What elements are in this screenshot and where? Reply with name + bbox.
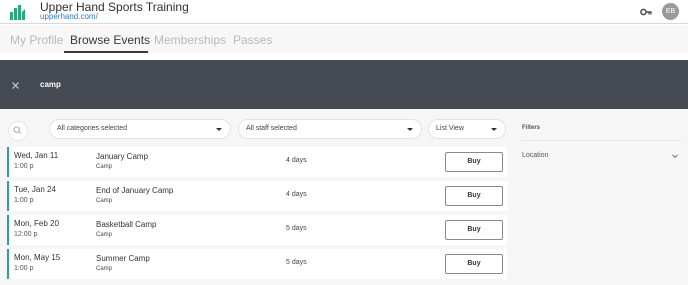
event-date: Mon, May 15 [14, 253, 61, 262]
buy-button[interactable]: Buy [445, 186, 503, 206]
list-item[interactable]: Mon, May 15 1:00 p Summer Camp Camp 5 da… [7, 249, 507, 279]
tab-passes[interactable]: Passes [233, 33, 272, 47]
view-dropdown[interactable]: List View [428, 119, 506, 139]
chevron-down-icon [491, 128, 497, 131]
event-time: 1:00 p [14, 197, 34, 204]
filters-title: Filters [522, 125, 541, 131]
divider [522, 140, 682, 141]
location-filter-toggle[interactable]: Location [522, 150, 680, 164]
chevron-down-icon [407, 128, 413, 131]
event-name[interactable]: Basketball Camp [96, 220, 156, 229]
staff-dropdown[interactable]: All staff selected [238, 119, 422, 139]
top-header: Upper Hand Sports Training upperhand.com… [0, 0, 688, 24]
list-item[interactable]: Mon, Feb 20 12:00 p Basketball Camp Camp… [7, 215, 507, 245]
event-time: 12:00 p [14, 231, 38, 238]
event-time: 1:00 p [14, 163, 34, 170]
chevron-down-icon [672, 154, 678, 159]
event-name[interactable]: End of January Camp [96, 186, 173, 195]
event-date: Wed, Jan 11 [14, 151, 59, 160]
location-filter-label: Location [522, 152, 549, 159]
staff-dropdown-value: All staff selected [246, 125, 297, 132]
close-icon[interactable] [11, 81, 20, 90]
event-duration: 4 days [286, 191, 307, 198]
buy-button[interactable]: Buy [445, 152, 503, 172]
event-duration: 4 days [286, 157, 307, 164]
event-name[interactable]: Summer Camp [96, 254, 150, 263]
key-icon[interactable] [640, 6, 652, 18]
event-name[interactable]: January Camp [96, 152, 148, 161]
event-duration: 5 days [286, 225, 307, 232]
nav-tabs: My Profile Browse Events Memberships Pas… [0, 25, 688, 53]
event-type: Camp [96, 198, 113, 204]
event-time: 1:00 p [14, 265, 34, 272]
search-query[interactable]: camp [40, 80, 61, 89]
brand-url-link[interactable]: upperhand.com/ [40, 12, 98, 21]
avatar[interactable]: EB [662, 3, 679, 20]
search-icon [13, 126, 22, 135]
event-date: Tue, Jan 24 [14, 185, 56, 194]
category-dropdown[interactable]: All categories selected [49, 119, 231, 139]
event-type: Camp [96, 266, 113, 272]
event-duration: 5 days [286, 259, 307, 266]
chevron-down-icon [216, 128, 222, 131]
event-date: Mon, Feb 20 [14, 219, 59, 228]
tab-browse-events[interactable]: Browse Events [70, 33, 150, 47]
event-type: Camp [96, 164, 113, 170]
list-item[interactable]: Wed, Jan 11 1:00 p January Camp Camp 4 d… [7, 147, 507, 177]
tab-memberships[interactable]: Memberships [154, 33, 226, 47]
view-dropdown-value: List View [436, 125, 464, 132]
category-dropdown-value: All categories selected [57, 125, 128, 132]
buy-button[interactable]: Buy [445, 220, 503, 240]
search-banner: camp [0, 60, 688, 109]
buy-button[interactable]: Buy [445, 254, 503, 274]
list-item[interactable]: Tue, Jan 24 1:00 p End of January Camp C… [7, 181, 507, 211]
tab-my-profile[interactable]: My Profile [10, 33, 63, 47]
search-button[interactable] [8, 121, 28, 141]
event-type: Camp [96, 232, 113, 238]
active-tab-indicator [64, 51, 148, 53]
logo-icon[interactable] [8, 3, 26, 21]
